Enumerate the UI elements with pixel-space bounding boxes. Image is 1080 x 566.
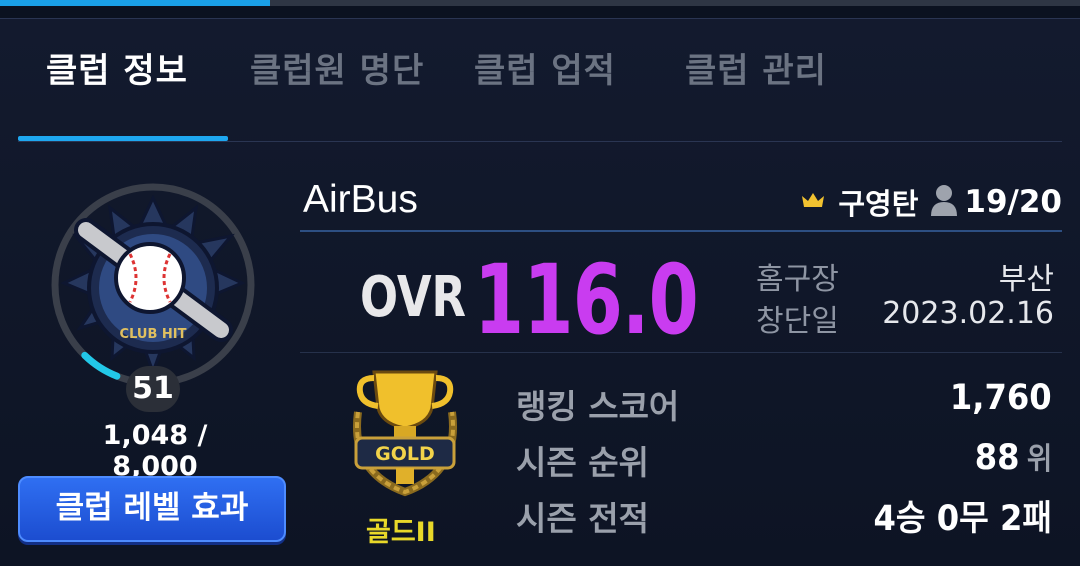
- ranking-score-label: 랭킹 스코어: [516, 387, 680, 426]
- club-leader-info: 구영탄 19/20: [800, 182, 1062, 222]
- home-stadium-label: 홈구장: [756, 262, 839, 297]
- emblem-text: CLUB HIT: [120, 327, 187, 342]
- ovr-label: OVR: [360, 265, 467, 330]
- season-rank-unit: 위: [1026, 442, 1052, 477]
- club-member-count: 19/20: [964, 184, 1062, 220]
- founded-date-label: 창단일: [756, 304, 839, 339]
- tab-club-info[interactable]: 클럽 정보: [46, 40, 188, 140]
- section-divider: [300, 352, 1062, 353]
- tier-badge-text: GOLD: [375, 443, 435, 465]
- season-record-text: 4승 0무 2패: [873, 499, 1052, 539]
- season-rank-value: 88 위: [974, 434, 1052, 478]
- club-name: AirBus: [303, 178, 418, 221]
- season-record-value: 4승 0무 2패: [873, 490, 1052, 541]
- header-divider: [300, 230, 1062, 232]
- season-rank-number: 88: [974, 438, 1020, 478]
- club-leader-name: 구영탄: [838, 187, 919, 221]
- founded-date-value: 2023.02.16: [882, 296, 1054, 331]
- tab-club-achievements[interactable]: 클럽 업적: [474, 40, 616, 140]
- home-stadium-value: 부산: [998, 262, 1054, 297]
- tab-club-members[interactable]: 클럽원 명단: [250, 40, 424, 140]
- tab-club-management[interactable]: 클럽 관리: [685, 40, 827, 140]
- ranking-score-value: 1,760: [950, 378, 1052, 418]
- club-level-badge: 51: [126, 366, 180, 412]
- season-rank-label: 시즌 순위: [516, 443, 649, 482]
- ovr-value: 116.0: [474, 244, 699, 356]
- ranking-score-number: 1,760: [950, 378, 1052, 418]
- club-exp-text: 1,048 / 8,000: [102, 420, 208, 482]
- season-record-label: 시즌 전적: [516, 499, 649, 538]
- person-icon: [930, 184, 958, 220]
- top-progress-bar: [0, 0, 1080, 6]
- club-level-effect-button[interactable]: 클럽 레벨 효과: [18, 476, 286, 542]
- club-emblem: CLUB HIT: [46, 178, 260, 392]
- crown-icon: [800, 190, 826, 214]
- tab-bar: 클럽 정보 클럽원 명단 클럽 업적 클럽 관리: [18, 40, 1062, 144]
- tab-divider: [18, 141, 1062, 142]
- tier-label: 골드II: [366, 517, 436, 548]
- gold-trophy-icon: GOLD: [340, 362, 470, 498]
- top-progress-fill: [0, 0, 270, 6]
